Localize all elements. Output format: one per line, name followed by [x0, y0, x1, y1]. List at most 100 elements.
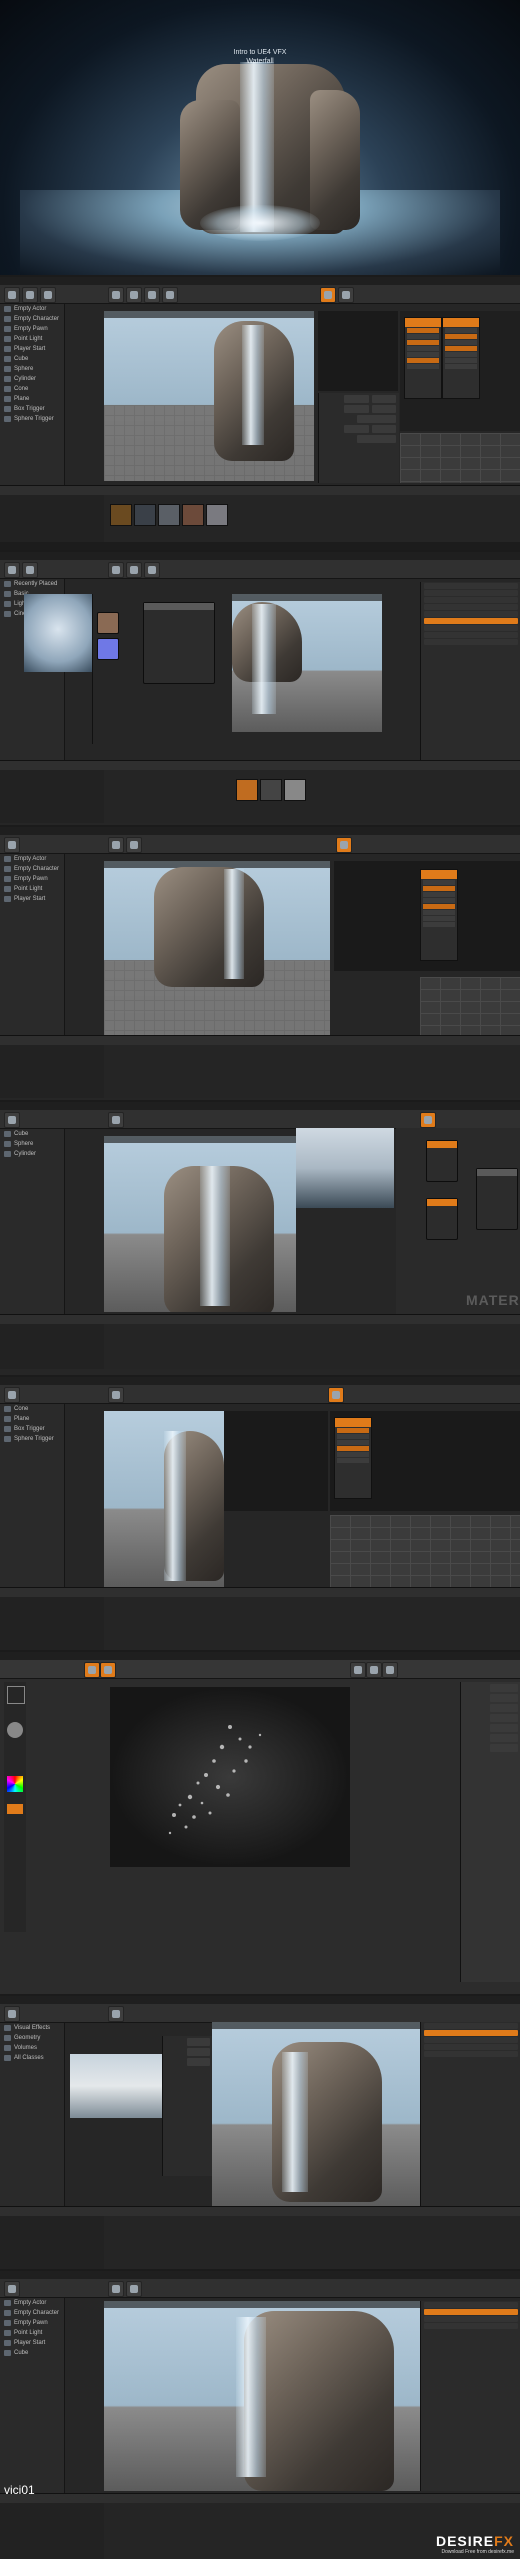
place-item[interactable]: Empty Character	[0, 864, 64, 874]
place-item[interactable]: Cone	[0, 384, 64, 394]
source-control-icon[interactable]	[22, 287, 38, 303]
level-viewport[interactable]	[104, 1136, 296, 1312]
place-item[interactable]: Empty Actor	[0, 854, 64, 864]
draw-icon[interactable]	[100, 1662, 116, 1678]
scale-icon[interactable]	[366, 1662, 382, 1678]
selected-actor-row[interactable]	[424, 2030, 518, 2036]
emitter[interactable]	[420, 869, 458, 961]
brush-preview[interactable]	[7, 1686, 25, 1704]
asset-thumbnail[interactable]	[158, 504, 180, 526]
place-item[interactable]: Point Light	[0, 334, 64, 344]
build-icon[interactable]	[144, 562, 160, 578]
waterfall-stream[interactable]	[164, 1431, 186, 1581]
blueprints-icon[interactable]	[126, 837, 142, 853]
apply-icon[interactable]	[420, 1112, 436, 1128]
place-item[interactable]: Sphere Trigger	[0, 1434, 64, 1444]
asset-thumbnail[interactable]	[236, 779, 258, 801]
cascade-preview[interactable]	[318, 311, 398, 391]
level-viewport[interactable]	[232, 594, 382, 732]
place-item[interactable]: Plane	[0, 1414, 64, 1424]
level-viewport[interactable]	[104, 861, 330, 1041]
save-icon[interactable]	[4, 837, 20, 853]
place-item[interactable]: Empty Pawn	[0, 874, 64, 884]
settings-icon[interactable]	[108, 837, 124, 853]
place-item[interactable]: Empty Actor	[0, 304, 64, 314]
level-viewport[interactable]	[104, 2301, 420, 2491]
category-item[interactable]: Geometry	[0, 2033, 64, 2043]
asset-thumbnail[interactable]	[206, 504, 228, 526]
settings-icon[interactable]	[108, 1387, 124, 1403]
source-control-icon[interactable]	[22, 562, 38, 578]
asset-thumbnail[interactable]	[284, 779, 306, 801]
asset-thumbnail[interactable]	[260, 779, 282, 801]
material-graph[interactable]: MATER	[396, 1128, 520, 1324]
save-icon[interactable]	[4, 2006, 20, 2022]
folder-tree[interactable]	[0, 2216, 104, 2269]
place-item[interactable]: Sphere Trigger	[0, 414, 64, 424]
curve-editor[interactable]	[420, 977, 520, 1037]
place-item[interactable]: Player Start	[0, 344, 64, 354]
level-viewport[interactable]	[104, 311, 314, 481]
emitter[interactable]	[442, 317, 480, 399]
emitter[interactable]	[404, 317, 442, 399]
material-result-node[interactable]	[143, 602, 215, 684]
place-item[interactable]: Cylinder	[0, 1149, 64, 1159]
place-item[interactable]: Box Trigger	[0, 404, 64, 414]
place-item[interactable]: Empty Actor	[0, 2298, 64, 2308]
place-item[interactable]: Empty Character	[0, 314, 64, 324]
blueprints-icon[interactable]	[126, 562, 142, 578]
folder-tree[interactable]	[0, 770, 104, 823]
place-item[interactable]: Cube	[0, 1129, 64, 1139]
texture-sample-node[interactable]	[97, 612, 119, 634]
folder-tree[interactable]	[0, 2503, 104, 2559]
material-result-node[interactable]	[476, 1168, 518, 1230]
build-icon[interactable]	[144, 287, 160, 303]
settings-icon[interactable]	[108, 562, 124, 578]
cascade-preview[interactable]	[224, 1411, 328, 1511]
blueprints-icon[interactable]	[126, 2281, 142, 2297]
settings-icon[interactable]	[108, 1112, 124, 1128]
cascade-play-icon[interactable]	[328, 1387, 344, 1403]
material-preview[interactable]	[296, 1128, 394, 1208]
save-icon[interactable]	[4, 287, 20, 303]
brush-icon[interactable]	[84, 1662, 100, 1678]
material-ball[interactable]	[7, 1722, 23, 1738]
place-item[interactable]: Point Light	[0, 2328, 64, 2338]
cascade-play-icon[interactable]	[320, 287, 336, 303]
place-item[interactable]: Box Trigger	[0, 1424, 64, 1434]
category-item[interactable]: All Classes	[0, 2053, 64, 2063]
asset-thumbnail[interactable]	[134, 504, 156, 526]
normal-map-node[interactable]	[97, 638, 119, 660]
material-node[interactable]	[426, 1198, 458, 1240]
cascade-play-icon[interactable]	[336, 837, 352, 853]
material-graph[interactable]	[92, 594, 221, 744]
folder-tree[interactable]	[0, 1324, 104, 1369]
folder-tree[interactable]	[0, 1597, 104, 1650]
place-item[interactable]: Player Start	[0, 894, 64, 904]
color-picker[interactable]	[7, 1776, 23, 1792]
blueprints-icon[interactable]	[126, 287, 142, 303]
place-item[interactable]: Player Start	[0, 2338, 64, 2348]
content-icon[interactable]	[40, 287, 56, 303]
category-item[interactable]: Volumes	[0, 2043, 64, 2053]
place-item[interactable]: Cylinder	[0, 374, 64, 384]
save-icon[interactable]	[4, 1387, 20, 1403]
rock-formation[interactable]	[154, 867, 264, 987]
asset-thumbnail[interactable]	[182, 504, 204, 526]
folder-tree[interactable]	[0, 495, 104, 548]
curve-editor[interactable]	[400, 433, 520, 483]
asset-thumbnail[interactable]	[110, 504, 132, 526]
waterfall-stream[interactable]	[282, 2052, 308, 2192]
rock-formation[interactable]	[244, 2311, 394, 2491]
place-item[interactable]: Point Light	[0, 884, 64, 894]
place-item[interactable]: Cube	[0, 354, 64, 364]
save-icon[interactable]	[4, 2281, 20, 2297]
restart-icon[interactable]	[338, 287, 354, 303]
level-viewport[interactable]	[212, 2022, 420, 2206]
category-item[interactable]: Visual Effects	[0, 2023, 64, 2033]
settings-icon[interactable]	[108, 2281, 124, 2297]
save-icon[interactable]	[4, 1112, 20, 1128]
selected-actor-row[interactable]	[424, 2309, 518, 2315]
level-viewport[interactable]	[104, 1411, 224, 1587]
place-item[interactable]: Cube	[0, 2348, 64, 2358]
